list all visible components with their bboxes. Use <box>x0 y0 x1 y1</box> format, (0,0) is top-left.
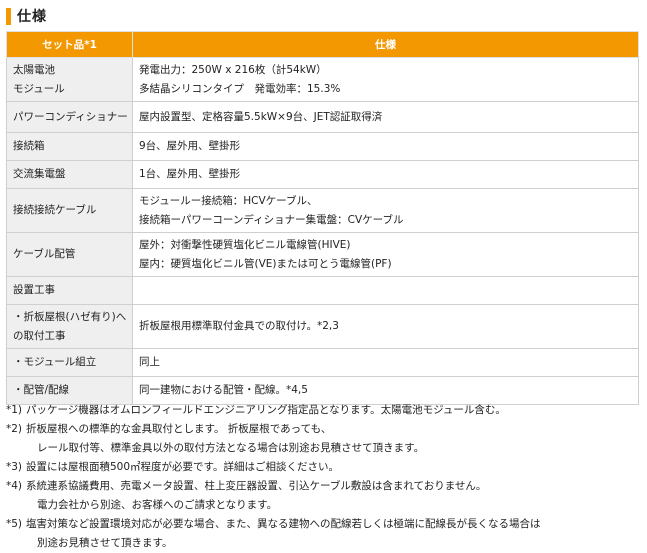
footnote-text: パッケージ機器はオムロンフィールドエンジニアリング指定品となります。太陽電池モジ… <box>26 401 642 420</box>
row-value-line: 屋外：対衝撃性硬質塩化ビニル電線管(HIVE) <box>139 238 351 251</box>
row-label-line: ・モジュール組立 <box>13 356 97 368</box>
row-label: 太陽電池 モジュール <box>6 57 133 102</box>
header-set-item: セット品*1 <box>6 31 133 58</box>
row-label: 交流集電盤 <box>6 160 133 189</box>
row-value-line: 屋内設置型、定格容量5.5kW×9台、JET認証取得済 <box>139 110 383 123</box>
table-row: ・折板屋根(ハゼ有り)へ の取付工事 折板屋根用標準取付金具での取付け。*2,3 <box>6 304 639 349</box>
footnote-mark: *5) <box>6 518 23 530</box>
footnote-line: 別途お見積させて頂きます。 <box>37 537 173 549</box>
footnote-line: レール取付等、標準金具以外の取付方法となる場合は別途お見積させて頂きます。 <box>37 442 425 454</box>
table-row: パワーコンディショナー 屋内設置型、定格容量5.5kW×9台、JET認証取得済 <box>6 101 639 133</box>
footnote-line: 電力会社から別途、お客様へのご請求となります。 <box>37 499 278 511</box>
table-row: ケーブル配管 屋外：対衝撃性硬質塩化ビニル電線管(HIVE) 屋内：硬質塩化ビニル管… <box>6 232 639 277</box>
row-value: 屋内設置型、定格容量5.5kW×9台、JET認証取得済 <box>132 101 639 133</box>
row-label-line: 設置工事 <box>13 284 55 296</box>
row-value <box>132 276 639 305</box>
heading-accent-bar <box>6 7 11 25</box>
footnote-mark: *2) <box>6 423 23 435</box>
footnote-line: パッケージ機器はオムロンフィールドエンジニアリング指定品となります。太陽電池モジ… <box>26 404 506 416</box>
row-value-line: 1台、屋外用、壁掛形 <box>139 168 241 180</box>
spec-table: セット品*1 仕様 太陽電池 モジュール 発電出力：250W x 216枚（計54k… <box>6 31 639 405</box>
spec-table-body: 太陽電池 モジュール 発電出力：250W x 216枚（計54kW） 多結晶シリコンタ… <box>6 57 639 405</box>
row-label: ・折板屋根(ハゼ有り)へ の取付工事 <box>6 304 133 349</box>
table-header-row: セット品*1 仕様 <box>6 31 639 58</box>
footnote-text: 折板屋根への標準的な金具取付とします。 折板屋根であっても、レール取付等、標準金… <box>26 420 642 458</box>
row-value-line: 屋内：硬質塩化ビニル管(VE)または可とう電線管(PF) <box>139 257 392 270</box>
row-value-line: 同一建物における配管・配線。*4,5 <box>139 384 308 396</box>
section-heading: 仕様 <box>6 5 47 27</box>
footnote-line: 折板屋根への標準的な金具取付とします。 折板屋根であっても、 <box>26 423 332 435</box>
footnote-text: 系統連系協議費用、売電メータ設置、柱上変圧器設置、引込ケーブル敷設は含まれており… <box>26 477 642 515</box>
row-value-line: 折板屋根用標準取付金具での取付け。*2,3 <box>139 320 339 332</box>
row-value-line: 発電出力：250W x 216枚（計54kW） <box>139 63 327 76</box>
table-row: 交流集電盤 1台、屋外用、壁掛形 <box>6 160 639 189</box>
row-value: 9台、屋外用、壁掛形 <box>132 132 639 161</box>
footnote-mark: *3) <box>6 461 23 473</box>
footnote-mark: *1) <box>6 404 23 416</box>
row-value-line: 9台、屋外用、壁掛形 <box>139 140 241 152</box>
row-label: 接続接続ケーブル <box>6 188 133 233</box>
footnote: *3) 設置には屋根面積500㎡程度が必要です。詳細はご相談ください。 <box>6 458 642 477</box>
footnote: *2) 折板屋根への標準的な金具取付とします。 折板屋根であっても、レール取付等、… <box>6 420 642 458</box>
footnotes: *1) パッケージ機器はオムロンフィールドエンジニアリング指定品となります。太陽電… <box>6 401 642 553</box>
footnote: *5) 塩害対策など設置環境対応が必要な場合、また、異なる建物への配線若しくは極端… <box>6 515 642 553</box>
table-row: ・モジュール組立 同上 <box>6 348 639 377</box>
row-label-line: 太陽電池 <box>13 63 55 76</box>
row-label: ケーブル配管 <box>6 232 133 277</box>
row-label: パワーコンディショナー <box>6 101 133 133</box>
row-value: モジュールー接続箱：HCVケーブル、接続箱ーパワーコーンディショナー集電盤：CV… <box>132 188 639 233</box>
footnote: *1) パッケージ機器はオムロンフィールドエンジニアリング指定品となります。太陽電… <box>6 401 642 420</box>
section-title: 仕様 <box>17 9 47 25</box>
row-value: 折板屋根用標準取付金具での取付け。*2,3 <box>132 304 639 349</box>
row-value: 同上 <box>132 348 639 377</box>
row-value: 1台、屋外用、壁掛形 <box>132 160 639 189</box>
footnote-text: 設置には屋根面積500㎡程度が必要です。詳細はご相談ください。 <box>26 458 642 477</box>
row-label-line: 接続接続ケーブル <box>13 204 97 216</box>
row-value-line: 同上 <box>139 356 160 368</box>
row-value: 屋外：対衝撃性硬質塩化ビニル電線管(HIVE) 屋内：硬質塩化ビニル管(VE)また… <box>132 232 639 277</box>
header-spec: 仕様 <box>132 31 639 58</box>
row-label: ・モジュール組立 <box>6 348 133 377</box>
footnote-line: 系統連系協議費用、売電メータ設置、柱上変圧器設置、引込ケーブル敷設は含まれており… <box>26 480 487 492</box>
row-label-line: の取付工事 <box>13 329 66 342</box>
footnote-line: 設置には屋根面積500㎡程度が必要です。詳細はご相談ください。 <box>26 461 339 473</box>
footnote-mark: *4) <box>6 480 23 492</box>
footnote-line: 塩害対策など設置環境対応が必要な場合、また、異なる建物への配線若しくは極端に配線… <box>26 518 541 530</box>
row-label: 接続箱 <box>6 132 133 161</box>
row-value-line: モジュールー接続箱：HCVケーブル、 <box>139 194 318 207</box>
table-row: 設置工事 <box>6 276 639 305</box>
row-label-line: 交流集電盤 <box>13 168 66 180</box>
row-value-line: 接続箱ーパワーコーンディショナー集電盤：CVケーブル <box>139 213 404 226</box>
row-label: 設置工事 <box>6 276 133 305</box>
row-value-line: 多結晶シリコンタイプ 発電効率：15.3% <box>139 82 341 95</box>
table-row: 太陽電池 モジュール 発電出力：250W x 216枚（計54kW） 多結晶シリコンタ… <box>6 57 639 102</box>
table-row: 接続接続ケーブル モジュールー接続箱：HCVケーブル、接続箱ーパワーコーンディショ… <box>6 188 639 233</box>
footnote: *4) 系統連系協議費用、売電メータ設置、柱上変圧器設置、引込ケーブル敷設は含まれ… <box>6 477 642 515</box>
row-label-line: ケーブル配管 <box>13 248 76 260</box>
row-label-line: モジュール <box>13 82 65 95</box>
row-value: 発電出力：250W x 216枚（計54kW） 多結晶シリコンタイプ 発電効率：1… <box>132 57 639 102</box>
row-label-line: パワーコンディショナー <box>13 110 128 123</box>
row-label-line: ・配管/配線 <box>13 384 70 396</box>
table-row: 接続箱 9台、屋外用、壁掛形 <box>6 132 639 161</box>
footnote-text: 塩害対策など設置環境対応が必要な場合、また、異なる建物への配線若しくは極端に配線… <box>26 515 642 553</box>
row-label-line: ・折板屋根(ハゼ有り)へ <box>13 310 127 323</box>
row-label-line: 接続箱 <box>13 140 45 152</box>
